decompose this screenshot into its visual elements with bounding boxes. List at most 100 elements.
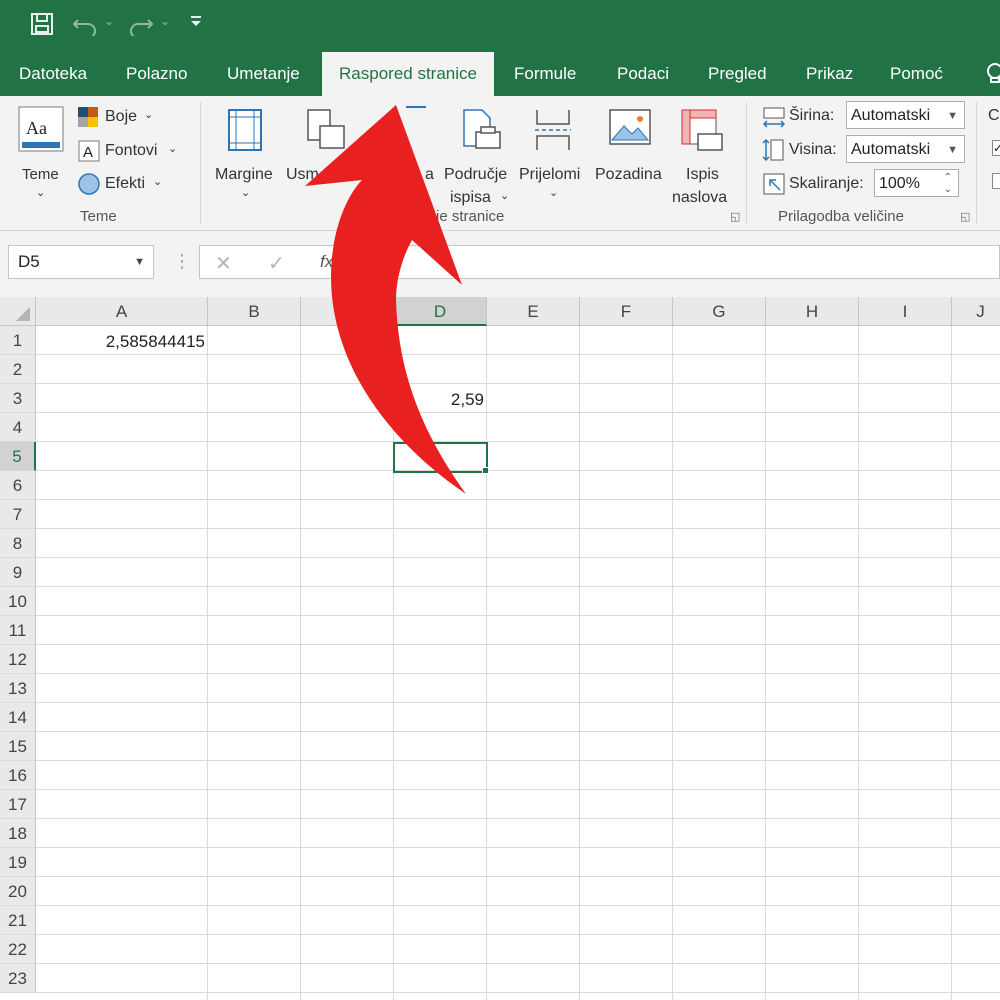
breaks-button[interactable]: Prijelomi ⌄ bbox=[519, 104, 591, 204]
themes-label: Teme bbox=[22, 166, 59, 183]
row-header-14[interactable]: 14 bbox=[0, 703, 36, 732]
cell-d3[interactable]: 2,59 bbox=[394, 385, 487, 414]
insert-function-icon[interactable]: fx bbox=[320, 252, 333, 272]
row-header-11[interactable]: 11 bbox=[0, 616, 36, 645]
row-header-15[interactable]: 15 bbox=[0, 732, 36, 761]
name-box[interactable]: D5 ▼ bbox=[8, 245, 154, 279]
lightbulb-icon[interactable] bbox=[985, 62, 1000, 86]
tab-polazno[interactable]: Polazno bbox=[126, 52, 187, 96]
orientation-icon bbox=[306, 108, 346, 157]
group-divider bbox=[200, 102, 201, 224]
checkbox-gridlines-view[interactable]: ✓ bbox=[992, 140, 1000, 156]
row-header-18[interactable]: 18 bbox=[0, 819, 36, 848]
undo-icon[interactable] bbox=[72, 12, 98, 42]
sheet-options-label-partial: C bbox=[988, 107, 1000, 124]
colors-button[interactable]: Boje ⌄ bbox=[78, 106, 158, 128]
row-header-22[interactable]: 22 bbox=[0, 935, 36, 964]
width-select[interactable]: Automatski ▼ bbox=[846, 101, 965, 129]
width-label: Širina: bbox=[789, 107, 835, 124]
gridline-horizontal bbox=[36, 934, 1000, 935]
gridline-horizontal bbox=[36, 905, 1000, 906]
cancel-icon[interactable]: ✕ bbox=[215, 251, 232, 276]
column-header-g[interactable]: G bbox=[673, 297, 766, 326]
tab-pregled[interactable]: Pregled bbox=[708, 52, 767, 96]
print-area-label-1: Područje bbox=[444, 166, 508, 183]
ribbon-tabs: Datoteka Polazno Umetanje Raspored stran… bbox=[0, 52, 1000, 96]
tab-podaci[interactable]: Podaci bbox=[617, 52, 669, 96]
margins-button[interactable]: Margine ⌄ bbox=[213, 104, 283, 204]
formula-input[interactable]: ✕ ✓ fx bbox=[199, 245, 1000, 279]
gridline-horizontal bbox=[36, 992, 1000, 993]
redo-dropdown-icon[interactable]: ⌄ bbox=[160, 14, 170, 28]
save-icon[interactable] bbox=[30, 12, 54, 42]
print-titles-button[interactable]: Ispis naslova bbox=[672, 104, 734, 206]
row-header-10[interactable]: 10 bbox=[0, 587, 36, 616]
orientation-button[interactable]: Usm bbox=[286, 104, 346, 204]
gridline-horizontal bbox=[36, 963, 1000, 964]
background-button[interactable]: Pozadina bbox=[594, 104, 668, 204]
enter-icon[interactable]: ✓ bbox=[268, 251, 285, 276]
gridline-vertical bbox=[858, 326, 859, 1000]
customize-qat-icon[interactable] bbox=[190, 14, 202, 33]
fonts-button[interactable]: A Fontovi ⌄ bbox=[78, 140, 188, 162]
column-header-d[interactable]: D bbox=[394, 297, 487, 326]
row-header-2[interactable]: 2 bbox=[0, 355, 36, 384]
name-box-value: D5 bbox=[18, 252, 40, 271]
margins-icon bbox=[227, 108, 263, 157]
spreadsheet-grid[interactable]: ABCDEFGHIJ 1 2 3 4 5 6 7 8 9 10 11 12 13 14 15 16 17 18 19… bbox=[0, 297, 1000, 1000]
row-header-3[interactable]: 3 bbox=[0, 384, 36, 413]
column-header-i[interactable]: I bbox=[859, 297, 952, 326]
tab-raspored-stranice[interactable]: Raspored stranice bbox=[322, 52, 494, 96]
formula-bar-grip-icon[interactable]: ⋮ bbox=[173, 251, 191, 272]
tab-prikaz[interactable]: Prikaz bbox=[806, 52, 853, 96]
effects-dropdown-icon: ⌄ bbox=[153, 176, 163, 188]
row-header-1[interactable]: 1 bbox=[0, 326, 36, 355]
row-header-7[interactable]: 7 bbox=[0, 500, 36, 529]
row-header-21[interactable]: 21 bbox=[0, 906, 36, 935]
redo-icon[interactable] bbox=[128, 12, 154, 42]
column-header-h[interactable]: H bbox=[766, 297, 859, 326]
effects-button[interactable]: Efekti ⌄ bbox=[78, 173, 178, 195]
select-all-corner[interactable] bbox=[0, 297, 36, 326]
column-header-a[interactable]: A bbox=[36, 297, 208, 326]
row-header-23[interactable]: 23 bbox=[0, 964, 36, 993]
column-header-e[interactable]: E bbox=[487, 297, 580, 326]
row-header-19[interactable]: 19 bbox=[0, 848, 36, 877]
row-header-6[interactable]: 6 bbox=[0, 471, 36, 500]
checkbox-gridlines-print[interactable] bbox=[992, 173, 1000, 189]
tab-umetanje[interactable]: Umetanje bbox=[227, 52, 300, 96]
tab-datoteka[interactable]: Datoteka bbox=[19, 52, 87, 96]
themes-button[interactable]: Aa Teme ⌄ bbox=[18, 106, 66, 199]
row-header-13[interactable]: 13 bbox=[0, 674, 36, 703]
height-select[interactable]: Automatski ▼ bbox=[846, 135, 965, 163]
tab-formule[interactable]: Formule bbox=[514, 52, 576, 96]
name-box-dropdown-icon[interactable]: ▼ bbox=[134, 246, 145, 278]
svg-text:Aa: Aa bbox=[26, 118, 47, 138]
print-titles-icon bbox=[680, 108, 724, 157]
undo-dropdown-icon[interactable]: ⌄ bbox=[104, 14, 114, 28]
column-header-f[interactable]: F bbox=[580, 297, 673, 326]
scale-stepper[interactable]: 100% ⌃ ⌄ bbox=[874, 169, 959, 197]
tab-pomoc[interactable]: Pomoć bbox=[890, 52, 943, 96]
fill-handle[interactable] bbox=[482, 467, 489, 474]
column-header-j[interactable]: J bbox=[952, 297, 1000, 326]
row-header-20[interactable]: 20 bbox=[0, 877, 36, 906]
column-header-c[interactable]: C bbox=[301, 297, 394, 326]
row-header-8[interactable]: 8 bbox=[0, 529, 36, 558]
row-header-5[interactable]: 5 bbox=[0, 442, 36, 471]
column-header-b[interactable]: B bbox=[208, 297, 301, 326]
row-header-16[interactable]: 16 bbox=[0, 761, 36, 790]
page-setup-launcher-icon[interactable]: ◱ bbox=[730, 210, 740, 223]
cell-a1[interactable]: 2,585844415 bbox=[37, 327, 208, 356]
size-button[interactable]: a bbox=[380, 104, 440, 204]
scale-down-icon[interactable]: ⌄ bbox=[944, 176, 952, 204]
row-header-12[interactable]: 12 bbox=[0, 645, 36, 674]
active-cell-d5[interactable] bbox=[393, 442, 488, 473]
row-header-4[interactable]: 4 bbox=[0, 413, 36, 442]
row-header-9[interactable]: 9 bbox=[0, 558, 36, 587]
print-area-button[interactable]: Područje ispisa ⌄ bbox=[444, 104, 518, 206]
scale-launcher-icon[interactable]: ◱ bbox=[960, 210, 970, 223]
gridline-vertical bbox=[672, 326, 673, 1000]
row-header-17[interactable]: 17 bbox=[0, 790, 36, 819]
scale-group-label: Prilagodba veličine bbox=[778, 208, 904, 225]
